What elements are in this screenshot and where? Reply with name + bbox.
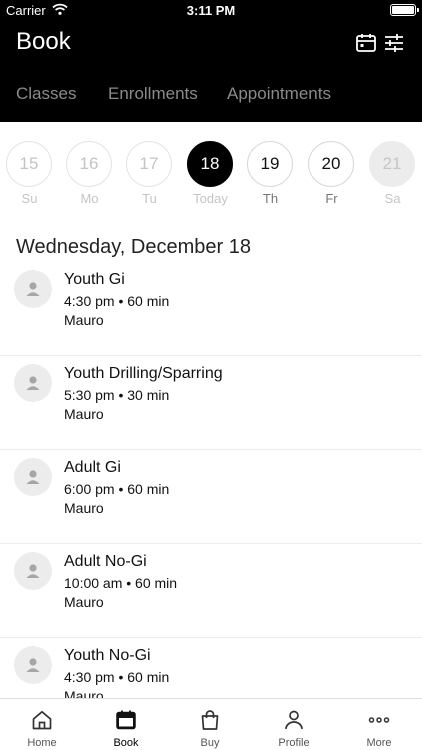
day-label: Sa [384,191,401,206]
person-placeholder-icon [26,658,40,672]
avatar [14,364,52,402]
day-17[interactable]: 17 Tu [126,141,173,206]
page-title: Book [16,28,71,55]
class-instructor: Mauro [64,406,104,422]
day-15[interactable]: 15 Su [6,141,53,206]
home-icon [32,710,52,730]
class-name: Adult No-Gi [64,553,147,570]
tab-label: Book [113,737,139,749]
person-placeholder-icon [26,564,40,578]
day-number: 20 [308,141,354,187]
tab-label: Buy [200,737,220,749]
class-time: 10:00 am • 60 min [64,575,178,591]
class-name: Youth Gi [64,271,125,288]
status-time: 3:11 PM [186,3,236,18]
day-21[interactable]: 21 Sa [369,141,416,206]
avatar [14,552,52,590]
day-number: 16 [66,141,112,187]
class-list: Youth Gi 4:30 pm • 60 min Mauro Youth Dr… [0,262,422,698]
class-time: 6:00 pm • 60 min [64,481,170,497]
day-label: Tu [142,191,157,206]
shopping-bag-icon [201,710,219,730]
person-placeholder-icon [26,470,40,484]
calendar-icon[interactable] [355,32,377,54]
person-placeholder-icon [26,282,40,296]
day-label: Su [21,191,38,206]
day-label: Fr [325,191,338,206]
app-header: Carrier 3:11 PM Book Classes Enrollments… [0,0,422,122]
class-instructor: Mauro [64,594,104,610]
day-number: 18 [187,141,233,187]
day-18-today[interactable]: 18 Today [187,141,234,206]
class-instructor: Mauro [64,500,104,516]
date-heading: Wednesday, December 18 [16,236,251,258]
day-16[interactable]: 16 Mo [66,141,113,206]
day-label: Mo [80,191,99,206]
tab-more[interactable]: More [337,699,421,750]
calendar-icon [116,710,136,730]
person-icon [285,710,303,730]
class-name: Youth No-Gi [64,647,151,664]
more-dots-icon [368,717,390,723]
battery-icon [390,4,419,16]
tab-book[interactable]: Book [84,699,168,750]
day-number: 21 [369,141,415,187]
week-day-picker: 15 Su 16 Mo 17 Tu 18 Today 19 Th 20 Fr 2… [0,141,422,211]
tab-enrollments[interactable]: Enrollments [108,84,198,104]
class-row[interactable]: Youth No-Gi 4:30 pm • 60 min Mauro [0,638,422,698]
tab-appointments[interactable]: Appointments [227,84,331,104]
filter-sliders-icon[interactable] [383,32,405,54]
tab-profile[interactable]: Profile [252,699,336,750]
class-row[interactable]: Adult Gi 6:00 pm • 60 min Mauro [0,450,422,544]
tab-label: More [366,737,392,749]
day-number: 15 [6,141,52,187]
tab-classes[interactable]: Classes [16,84,76,104]
person-placeholder-icon [26,376,40,390]
class-time: 5:30 pm • 30 min [64,387,170,403]
class-instructor: Mauro [64,688,104,698]
class-name: Youth Drilling/Sparring [64,365,223,382]
day-label: Today [193,191,228,206]
book-tabs: Classes Enrollments Appointments [0,84,422,110]
day-19[interactable]: 19 Th [247,141,294,206]
avatar [14,646,52,684]
day-number: 19 [247,141,293,187]
tab-buy[interactable]: Buy [168,699,252,750]
day-label: Th [262,191,279,206]
class-row[interactable]: Youth Gi 4:30 pm • 60 min Mauro [0,262,422,356]
class-time: 4:30 pm • 60 min [64,669,170,685]
avatar [14,458,52,496]
class-row[interactable]: Youth Drilling/Sparring 5:30 pm • 30 min… [0,356,422,450]
day-20[interactable]: 20 Fr [308,141,355,206]
day-number: 17 [126,141,172,187]
status-bar: Carrier 3:11 PM [0,0,422,20]
bottom-tab-bar: Home Book Buy Profile More [0,698,422,750]
tab-label: Home [27,737,57,749]
class-row[interactable]: Adult No-Gi 10:00 am • 60 min Mauro [0,544,422,638]
avatar [14,270,52,308]
tab-home[interactable]: Home [0,699,84,750]
class-name: Adult Gi [64,459,121,476]
tab-label: Profile [278,737,310,749]
class-instructor: Mauro [64,312,104,328]
class-time: 4:30 pm • 60 min [64,293,170,309]
